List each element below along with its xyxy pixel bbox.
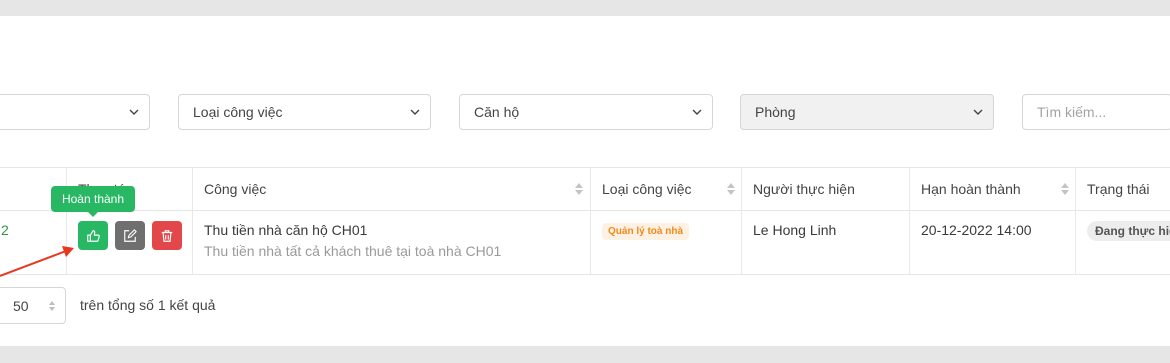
- filter-select-1[interactable]: [0, 94, 150, 130]
- assignee-name: Le Hong Linh: [753, 222, 837, 238]
- header-deadline[interactable]: Hạn hoàn thành: [921, 168, 1021, 210]
- chevron-down-icon: [682, 109, 712, 115]
- task-type-select[interactable]: Loại công việc: [178, 94, 431, 130]
- room-select-label: Phòng: [755, 104, 796, 120]
- delete-button[interactable]: [152, 221, 182, 250]
- trash-icon: [161, 229, 173, 242]
- annotation-arrow: [0, 246, 74, 277]
- total-results: trên tổng số 1 kết quả: [80, 297, 216, 313]
- column-divider: [192, 168, 193, 274]
- status-badge: Đang thực hiện: [1087, 221, 1170, 241]
- apartment-select[interactable]: Căn hộ: [459, 94, 713, 130]
- page-size-value: 50: [13, 297, 29, 314]
- apartment-select-label: Căn hộ: [474, 104, 520, 120]
- header-assignee: Người thực hiện: [753, 181, 855, 197]
- complete-tooltip: Hoàn thành: [51, 186, 135, 212]
- sort-icon[interactable]: [1061, 183, 1069, 195]
- sort-icon[interactable]: [575, 183, 583, 195]
- room-select[interactable]: Phòng: [740, 94, 994, 130]
- sort-icon[interactable]: [727, 183, 735, 195]
- task-type-select-label: Loại công việc: [193, 104, 283, 120]
- header-type[interactable]: Loại công việc: [602, 168, 692, 210]
- edit-icon: [124, 228, 137, 242]
- chevron-down-icon: [963, 109, 993, 115]
- search-input[interactable]: Tìm kiếm...: [1022, 94, 1170, 130]
- header-divider: [0, 210, 1170, 211]
- column-divider: [741, 168, 742, 274]
- row-index: 2: [1, 222, 9, 238]
- page-size-select[interactable]: 50: [0, 287, 66, 324]
- column-divider: [590, 168, 591, 274]
- column-divider: [909, 168, 910, 274]
- chevron-down-icon: [400, 109, 430, 115]
- search-placeholder: Tìm kiếm...: [1037, 104, 1107, 120]
- header-status: Trạng thái: [1087, 181, 1150, 197]
- header-task[interactable]: Công việc: [204, 168, 266, 210]
- spinner-icon[interactable]: [39, 300, 65, 312]
- complete-button[interactable]: [78, 221, 108, 250]
- edit-button[interactable]: [115, 221, 145, 250]
- thumbs-up-icon: [87, 229, 100, 242]
- task-title[interactable]: Thu tiền nhà căn hộ CH01: [204, 222, 367, 238]
- tooltip-tail: [88, 212, 98, 217]
- type-badge: Quản lý toà nhà: [602, 223, 690, 240]
- chevron-down-icon: [119, 109, 149, 115]
- column-divider: [1075, 168, 1076, 274]
- task-description: Thu tiền nhà tất cả khách thuê tại toà n…: [204, 243, 502, 259]
- deadline-value: 20-12-2022 14:00: [921, 222, 1032, 238]
